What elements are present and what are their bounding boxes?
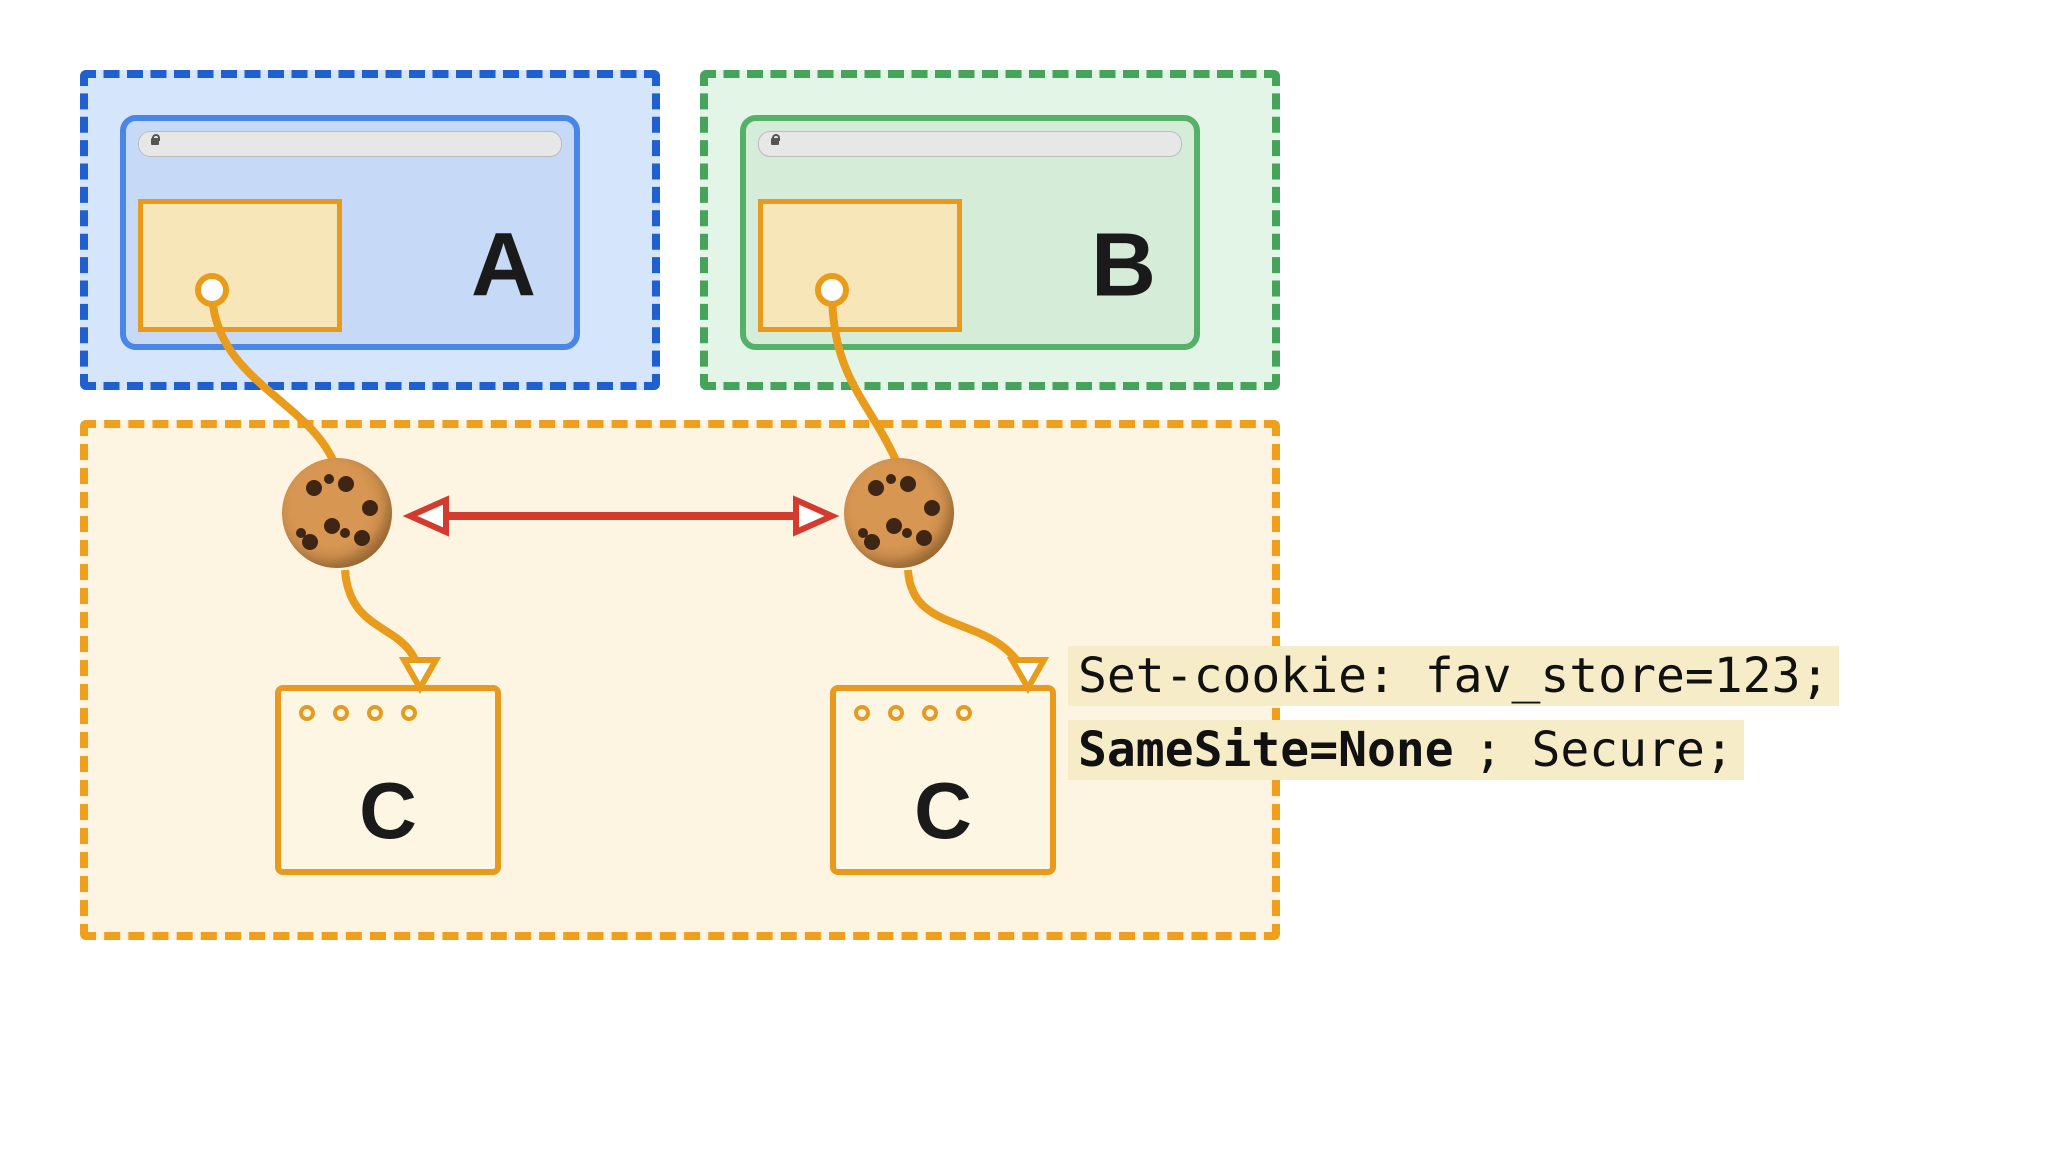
address-bar: [758, 131, 1182, 157]
window-dots: [299, 705, 417, 721]
browser-label-b: B: [1091, 214, 1156, 317]
lock-icon: [148, 134, 162, 148]
dot-icon: [401, 705, 417, 721]
lock-icon: [768, 134, 782, 148]
code-line-2-bold: SameSite=None: [1068, 720, 1464, 780]
browser-content: A: [138, 199, 562, 332]
embedded-iframe-c: [138, 199, 342, 332]
dot-icon: [888, 705, 904, 721]
toolbar-strip: [138, 163, 562, 189]
code-line-1: Set-cookie: fav_store=123;: [1068, 646, 1839, 706]
origin-c-window-right: C: [830, 685, 1056, 875]
dot-icon: [299, 705, 315, 721]
window-dots: [854, 705, 972, 721]
browser-a: A: [120, 115, 580, 350]
browser-label-a: A: [471, 214, 536, 317]
browser-content: B: [758, 199, 1182, 332]
cookie-icon: [844, 458, 954, 568]
origin-label-c: C: [836, 765, 1050, 857]
browser-b: B: [740, 115, 1200, 350]
toolbar-strip: [758, 163, 1182, 189]
dot-icon: [854, 705, 870, 721]
embedded-iframe-c: [758, 199, 962, 332]
dot-icon: [333, 705, 349, 721]
dot-icon: [956, 705, 972, 721]
address-bar: [138, 131, 562, 157]
dot-icon: [922, 705, 938, 721]
diagram-stage: A B C C: [0, 0, 2048, 1152]
origin-label-c: C: [281, 765, 495, 857]
origin-c-window-left: C: [275, 685, 501, 875]
set-cookie-header-callout: Set-cookie: fav_store=123; SameSite=None…: [1068, 646, 1839, 780]
cookie-icon: [282, 458, 392, 568]
code-line-2-rest: ; Secure;: [1464, 720, 1744, 780]
dot-icon: [367, 705, 383, 721]
